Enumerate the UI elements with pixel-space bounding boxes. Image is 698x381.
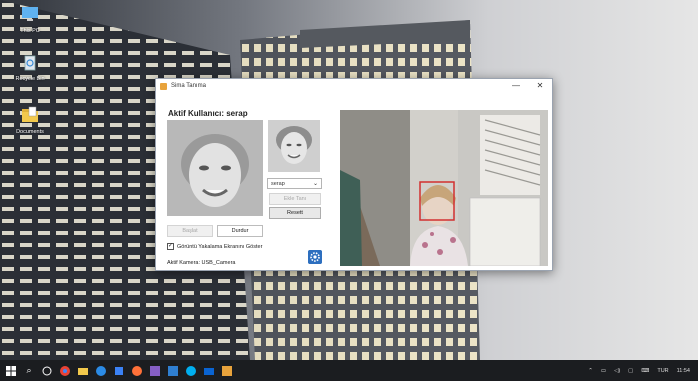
firefox-icon[interactable] bbox=[130, 364, 144, 378]
app-icon bbox=[160, 82, 167, 90]
chrome-icon[interactable] bbox=[58, 364, 72, 378]
desktop-icon-recycle-bin[interactable]: Recycle Bin bbox=[8, 52, 52, 82]
recycle-bin-icon bbox=[24, 55, 36, 71]
teams-icon[interactable] bbox=[166, 364, 180, 378]
folder-icon bbox=[22, 106, 38, 122]
window-title: Sima Tanıma bbox=[171, 83, 206, 89]
face-app-icon[interactable] bbox=[220, 364, 234, 378]
computer-icon bbox=[22, 7, 38, 21]
captured-face-thumbnail bbox=[268, 120, 320, 172]
file-explorer-icon[interactable] bbox=[76, 364, 90, 378]
stop-button[interactable]: Durdur bbox=[217, 225, 263, 237]
user-select-value: serap bbox=[271, 181, 285, 187]
captured-face-large bbox=[167, 120, 263, 216]
desktop-icon-label: Recycle Bin bbox=[15, 76, 45, 82]
show-capture-checkbox-row[interactable]: ✓ Görüntü Yakalama Ekranını Göster bbox=[167, 243, 262, 250]
task-view-icon[interactable] bbox=[40, 364, 54, 378]
search-icon[interactable]: ⌕ bbox=[22, 364, 36, 378]
store-icon[interactable] bbox=[112, 364, 126, 378]
desktop-icon-documents[interactable]: Documents bbox=[8, 105, 52, 135]
settings-gear-icon[interactable] bbox=[308, 250, 322, 264]
reset-button[interactable]: Resett bbox=[269, 207, 321, 219]
minimize-button[interactable]: — bbox=[504, 79, 528, 93]
start-button[interactable]: Başlat bbox=[167, 225, 213, 237]
show-capture-checkbox[interactable]: ✓ bbox=[167, 243, 174, 250]
start-menu-button[interactable] bbox=[4, 364, 18, 378]
title-bar[interactable]: Sima Tanıma — ✕ bbox=[156, 79, 552, 93]
notification-icon[interactable]: ▢ bbox=[628, 368, 633, 374]
network-icon[interactable]: ▭ bbox=[601, 368, 606, 374]
active-camera-status: Aktif Kamera: USB_Camera bbox=[167, 260, 236, 266]
visual-studio-icon[interactable] bbox=[148, 364, 162, 378]
tray-clock[interactable]: 11:54 bbox=[677, 368, 690, 374]
keyboard-icon[interactable]: ⌨ bbox=[641, 368, 649, 374]
tray-chevron-up-icon[interactable]: ⌃ bbox=[588, 368, 593, 374]
show-capture-checkbox-label: Görüntü Yakalama Ekranını Göster bbox=[177, 243, 263, 250]
face-recognition-window: Sima Tanıma — ✕ Aktif Kullanıcı: serap s… bbox=[155, 78, 553, 271]
mail-icon[interactable] bbox=[202, 364, 216, 378]
desktop-icon-label: This PC bbox=[20, 28, 40, 34]
user-select[interactable]: serap ⌄ bbox=[267, 178, 322, 189]
train-button[interactable]: Ekle Tanı bbox=[269, 193, 321, 205]
edge-icon[interactable] bbox=[94, 364, 108, 378]
desktop-icon-label: Documents bbox=[16, 129, 44, 135]
tray-language[interactable]: TUR bbox=[657, 368, 668, 374]
chevron-down-icon: ⌄ bbox=[312, 181, 318, 187]
windows-logo-icon bbox=[6, 365, 16, 376]
active-user-heading: Aktif Kullanıcı: serap bbox=[168, 109, 248, 118]
camera-feed bbox=[340, 110, 548, 266]
taskbar: ⌕ ⌃ ▭ ◁) ▢ ⌨ TUR 11:54 bbox=[0, 360, 698, 381]
close-button[interactable]: ✕ bbox=[528, 79, 552, 93]
volume-icon[interactable]: ◁) bbox=[614, 368, 620, 374]
system-tray: ⌃ ▭ ◁) ▢ ⌨ TUR 11:54 bbox=[580, 368, 698, 374]
skype-icon[interactable] bbox=[184, 364, 198, 378]
desktop-icon-this-pc[interactable]: This PC bbox=[8, 4, 52, 34]
